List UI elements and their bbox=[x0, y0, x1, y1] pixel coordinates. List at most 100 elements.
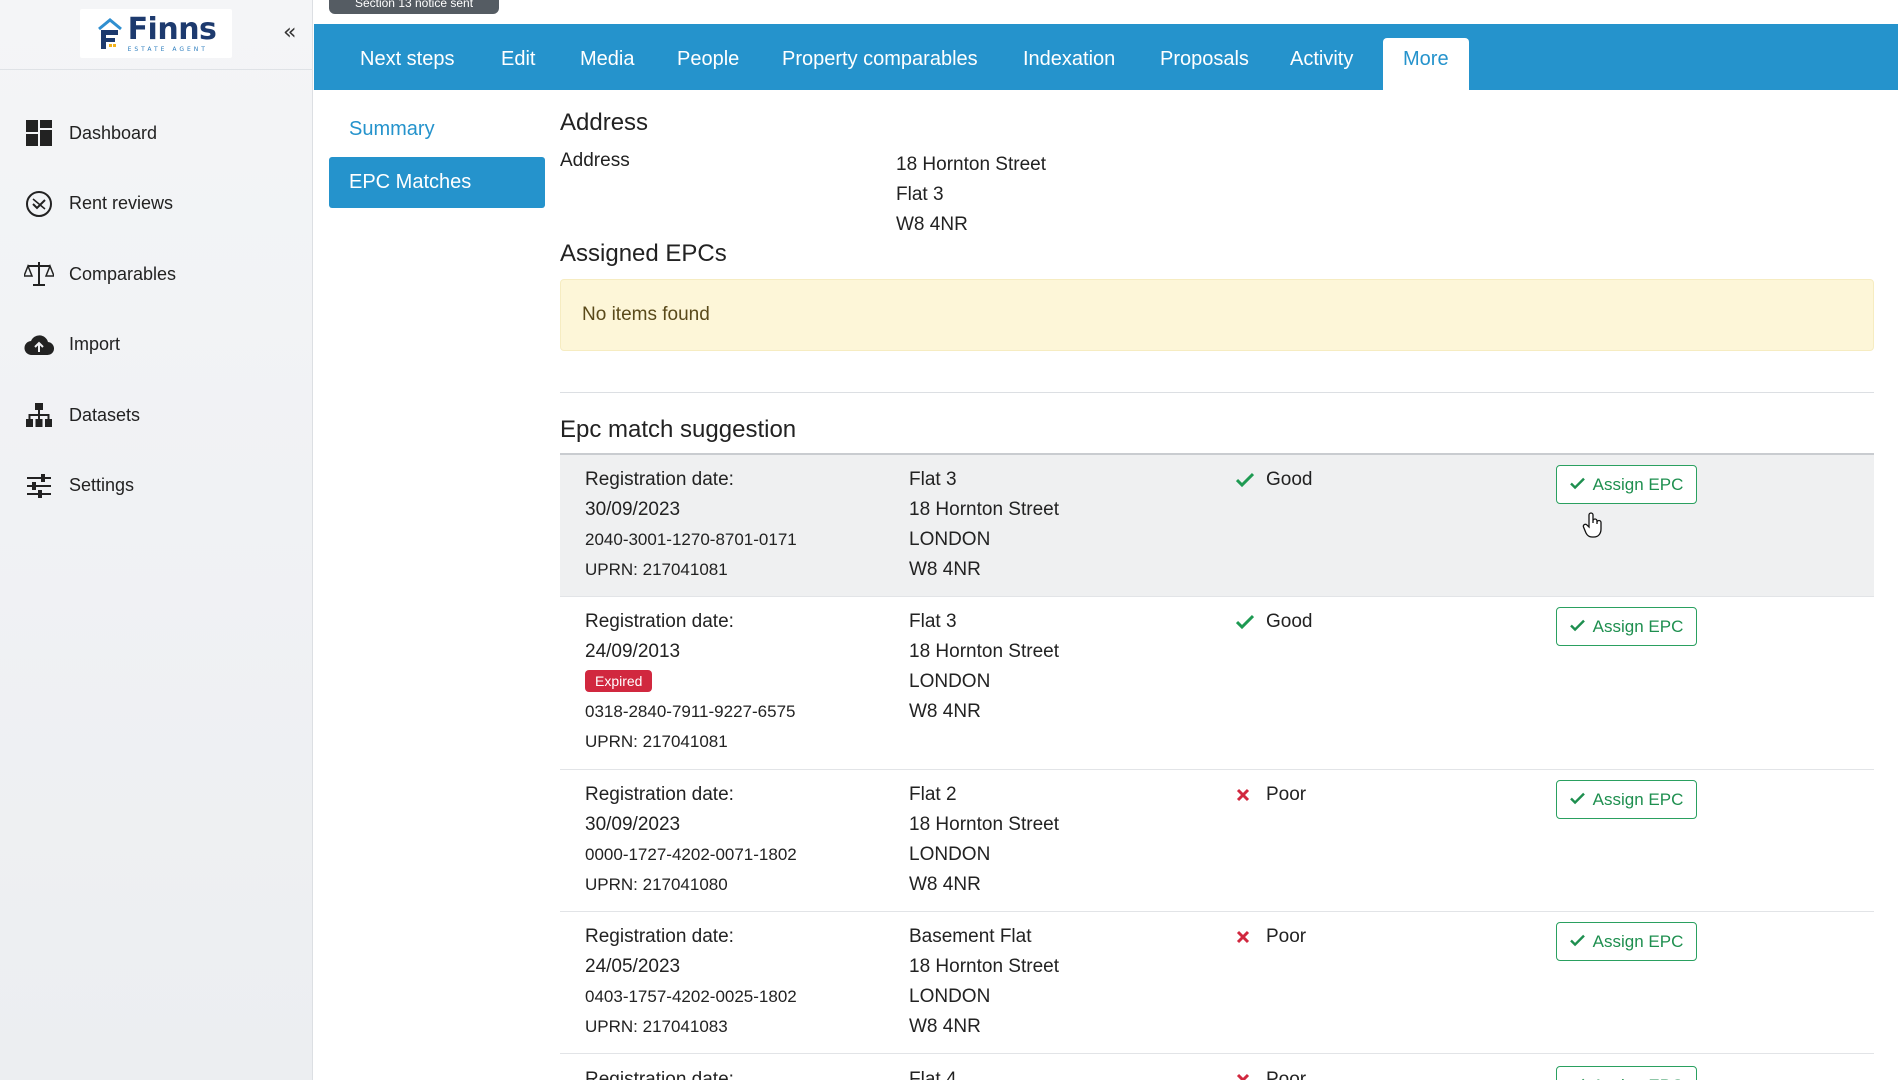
epc-reference: 0403-1757-4202-0025-1802 bbox=[585, 987, 797, 1006]
tab-proposals[interactable]: Proposals bbox=[1160, 38, 1249, 90]
registration-label: Registration date: bbox=[585, 611, 734, 632]
brand-subtitle: ESTATE AGENT bbox=[127, 45, 208, 53]
assign-epc-label: Assign EPC bbox=[1593, 1076, 1684, 1080]
match-quality: Poor bbox=[1236, 922, 1306, 952]
registration-cell: Registration date: 24/09/2013 Expired 03… bbox=[585, 607, 795, 757]
epc-address: Basement Flat 18 Hornton Street LONDON W… bbox=[909, 922, 1059, 1042]
address-line: W8 4NR bbox=[896, 214, 968, 235]
match-label: Poor bbox=[1266, 784, 1307, 805]
dashboard-grid-icon bbox=[24, 118, 54, 148]
tab-next-steps[interactable]: Next steps bbox=[360, 38, 454, 90]
subnav-summary[interactable]: Summary bbox=[349, 118, 435, 141]
subnav-epc-matches[interactable]: EPC Matches bbox=[329, 157, 545, 208]
registration-date: 30/09/2023 bbox=[585, 499, 681, 520]
brand-logo[interactable]: Finns ESTATE AGENT bbox=[80, 9, 232, 58]
rent-review-icon bbox=[24, 189, 54, 219]
registration-cell: Registration date: bbox=[585, 1065, 734, 1080]
address-line: LONDON bbox=[909, 986, 991, 1007]
table-row: Registration date: 24/09/2013 Expired 03… bbox=[560, 597, 1874, 770]
notice-badge: Section 13 notice sent bbox=[329, 0, 499, 14]
sidebar-item-rent-reviews[interactable]: Rent reviews bbox=[0, 169, 313, 240]
epc-address: Flat 4 bbox=[909, 1065, 957, 1080]
address-line: 18 Hornton Street bbox=[909, 956, 1059, 977]
address-heading: Address bbox=[560, 109, 649, 136]
sidebar-item-label: Settings bbox=[69, 475, 135, 496]
tab-activity[interactable]: Activity bbox=[1290, 38, 1353, 90]
scales-icon bbox=[24, 259, 54, 289]
cross-icon bbox=[1236, 930, 1256, 944]
sliders-icon bbox=[24, 471, 54, 501]
tab-media[interactable]: Media bbox=[580, 38, 634, 90]
uprn: UPRN: 217041080 bbox=[585, 875, 728, 894]
check-icon bbox=[1569, 932, 1585, 952]
match-label: Poor bbox=[1266, 1069, 1307, 1080]
tab-indexation[interactable]: Indexation bbox=[1023, 38, 1115, 90]
assign-epc-label: Assign EPC bbox=[1592, 931, 1684, 951]
address-label: Address bbox=[560, 150, 630, 171]
sidebar-item-label: Datasets bbox=[69, 404, 141, 425]
collapse-sidebar-button[interactable]: « bbox=[283, 20, 296, 45]
address-line: 18 Hornton Street bbox=[909, 641, 1059, 662]
match-quality: Poor bbox=[1236, 1065, 1306, 1080]
table-row: Registration date: 24/05/2023 0403-1757-… bbox=[560, 912, 1874, 1054]
address-value: 18 Hornton Street Flat 3 W8 4NR bbox=[896, 150, 1046, 240]
assign-epc-label: Assign EPC bbox=[1592, 616, 1684, 636]
epc-address: Flat 2 18 Hornton Street LONDON W8 4NR bbox=[909, 780, 1059, 900]
assign-epc-button[interactable]: Assign EPC bbox=[1556, 607, 1697, 646]
sidebar-item-dashboard[interactable]: Dashboard bbox=[0, 98, 313, 169]
tab-bar: Next steps Edit Media People Property co… bbox=[314, 24, 1898, 90]
check-icon bbox=[1236, 614, 1256, 630]
match-quality: Good bbox=[1236, 465, 1312, 495]
match-label: Poor bbox=[1266, 926, 1307, 947]
address-line: Flat 3 bbox=[896, 184, 944, 205]
cloud-upload-icon bbox=[24, 330, 54, 360]
registration-date: 24/09/2013 bbox=[585, 641, 681, 662]
tab-edit[interactable]: Edit bbox=[501, 38, 535, 90]
epc-address: Flat 3 18 Hornton Street LONDON W8 4NR bbox=[909, 607, 1059, 727]
sidebar-item-datasets[interactable]: Datasets bbox=[0, 380, 313, 451]
epc-reference: 0000-1727-4202-0071-1802 bbox=[585, 845, 797, 864]
assign-epc-button[interactable]: Assign EPC bbox=[1556, 1066, 1697, 1080]
tab-people[interactable]: People bbox=[677, 38, 739, 90]
uprn: UPRN: 217041083 bbox=[585, 1017, 728, 1036]
house-logo-icon bbox=[96, 17, 124, 51]
registration-label: Registration date: bbox=[585, 1069, 734, 1080]
address-line: W8 4NR bbox=[909, 701, 981, 722]
no-items-alert: No items found bbox=[560, 279, 1874, 351]
section-divider bbox=[560, 392, 1874, 393]
registration-label: Registration date: bbox=[585, 469, 734, 490]
address-line: W8 4NR bbox=[909, 559, 981, 580]
epc-suggestion-heading: Epc match suggestion bbox=[560, 416, 797, 443]
assign-epc-label: Assign EPC bbox=[1592, 789, 1684, 809]
match-quality: Poor bbox=[1236, 780, 1306, 810]
expired-badge: Expired bbox=[585, 670, 653, 692]
registration-label: Registration date: bbox=[585, 784, 734, 805]
sidebar-nav: Dashboard Rent reviews Comparables Impor… bbox=[0, 98, 313, 521]
address-line: Flat 4 bbox=[909, 1069, 957, 1080]
check-icon bbox=[1570, 1076, 1585, 1080]
sidebar-item-import[interactable]: Import bbox=[0, 310, 313, 381]
address-line: LONDON bbox=[909, 529, 991, 550]
hierarchy-icon bbox=[24, 400, 54, 430]
sidebar-item-label: Comparables bbox=[69, 263, 177, 284]
assign-epc-button[interactable]: Assign EPC bbox=[1556, 465, 1697, 504]
uprn: UPRN: 217041081 bbox=[585, 560, 728, 579]
tab-property-comparables[interactable]: Property comparables bbox=[782, 38, 978, 90]
tab-more[interactable]: More bbox=[1383, 38, 1469, 90]
hand-cursor-icon bbox=[1582, 512, 1604, 542]
address-line: 18 Hornton Street bbox=[909, 499, 1059, 520]
epc-address: Flat 3 18 Hornton Street LONDON W8 4NR bbox=[909, 465, 1059, 585]
registration-cell: Registration date: 30/09/2023 0000-1727-… bbox=[585, 780, 797, 900]
address-line: Flat 3 bbox=[909, 611, 957, 632]
registration-date: 24/05/2023 bbox=[585, 956, 681, 977]
assign-epc-button[interactable]: Assign EPC bbox=[1556, 922, 1697, 961]
assigned-epcs-heading: Assigned EPCs bbox=[560, 240, 727, 267]
sidebar-divider bbox=[0, 69, 313, 70]
assign-epc-button[interactable]: Assign EPC bbox=[1556, 780, 1697, 819]
table-row: Registration date: 30/09/2023 0000-1727-… bbox=[560, 770, 1874, 912]
check-icon bbox=[1569, 790, 1585, 810]
sidebar-item-comparables[interactable]: Comparables bbox=[0, 239, 313, 310]
epc-reference: 2040-3001-1270-8701-0171 bbox=[585, 530, 797, 549]
sidebar-item-settings[interactable]: Settings bbox=[0, 451, 313, 522]
registration-cell: Registration date: 30/09/2023 2040-3001-… bbox=[585, 465, 797, 585]
